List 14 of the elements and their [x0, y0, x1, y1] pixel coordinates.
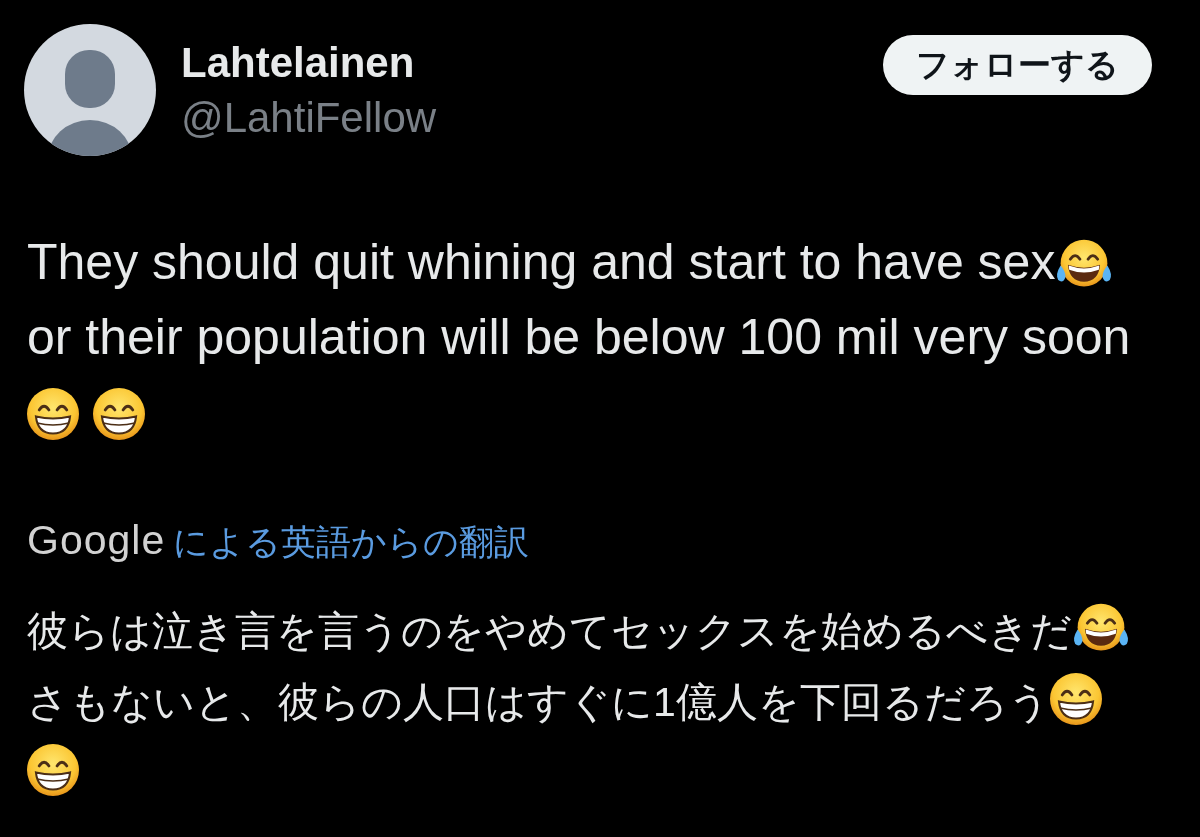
- grinning-emoji-icon: [27, 388, 79, 440]
- follow-button[interactable]: フォローする: [883, 35, 1152, 95]
- author-handle: @LahtiFellow: [181, 93, 437, 143]
- post-text: or their population will be below 100 mil very soon: [27, 309, 1131, 365]
- post-text: They should quit whining and start to have sex: [27, 234, 1056, 290]
- translated-text: 彼らは泣き言を言うのをやめてセックスを始めるべきだ: [27, 608, 1072, 654]
- avatar-silhouette-icon: [24, 24, 156, 156]
- translation-link[interactable]: による英語からの翻訳: [173, 517, 530, 567]
- author-name: Lahtelainen: [181, 38, 416, 88]
- translation-provider-logo: Google: [27, 516, 166, 565]
- grinning-emoji-icon: [1049, 673, 1102, 725]
- grinning-emoji-icon: [27, 744, 79, 796]
- translated-text: さもないと、彼らの人口はすぐに1億人を下回るだろう: [27, 679, 1050, 725]
- grinning-emoji-icon: [93, 388, 145, 440]
